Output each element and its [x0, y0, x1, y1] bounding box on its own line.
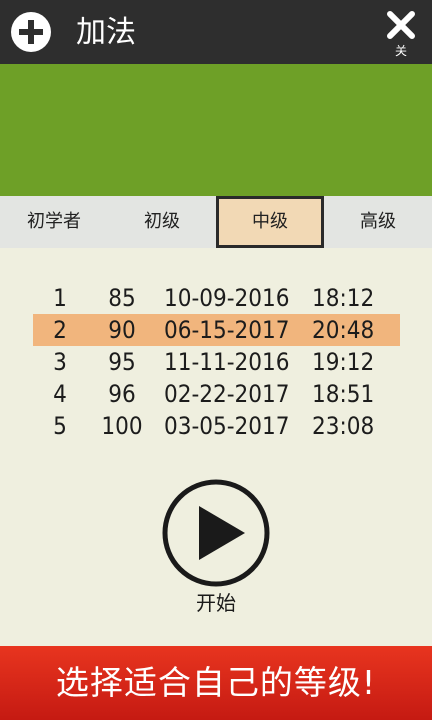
close-button[interactable]: 关	[384, 8, 418, 60]
score-rank: 1	[53, 284, 67, 312]
score-date: 03-05-2017	[164, 412, 290, 440]
play-button[interactable]	[161, 478, 271, 588]
score-row-highlighted: 2 90 06-15-2017 20:48	[0, 314, 432, 346]
score-date: 10-09-2016	[164, 284, 290, 312]
score-row: 4 96 02-22-2017 18:51	[0, 378, 432, 410]
score-value: 85	[108, 284, 136, 312]
top-banner	[0, 64, 432, 196]
play-circle-icon	[162, 479, 270, 587]
score-value: 96	[108, 380, 136, 408]
score-time: 18:51	[312, 380, 375, 408]
score-value: 90	[108, 316, 136, 344]
tab-elementary[interactable]: 初级	[108, 196, 216, 248]
score-rank: 4	[53, 380, 67, 408]
score-time: 19:12	[312, 348, 375, 376]
score-row: 5 100 03-05-2017 23:08	[0, 410, 432, 442]
difficulty-tabs: 初学者 初级 中级 高级	[0, 196, 432, 248]
score-rank: 5	[53, 412, 67, 440]
score-date: 11-11-2016	[164, 348, 290, 376]
promo-text: 选择适合自己的等级!	[55, 663, 377, 702]
tab-beginner[interactable]: 初学者	[0, 196, 108, 248]
tab-intermediate[interactable]: 中级	[216, 196, 324, 248]
score-value: 100	[101, 412, 143, 440]
score-date: 06-15-2017	[164, 316, 290, 344]
score-row: 3 95 11-11-2016 19:12	[0, 346, 432, 378]
page-title: 加法	[76, 15, 136, 50]
start-label[interactable]: 开始	[166, 590, 266, 616]
plus-circle-icon[interactable]	[10, 11, 52, 53]
score-time: 20:48	[312, 316, 375, 344]
score-rank: 2	[53, 316, 67, 344]
score-rank: 3	[53, 348, 67, 376]
close-label: 关	[394, 44, 407, 58]
score-row: 1 85 10-09-2016 18:12	[0, 282, 432, 314]
tab-advanced[interactable]: 高级	[324, 196, 432, 248]
score-value: 95	[108, 348, 136, 376]
score-table: 1 85 10-09-2016 18:12 2 90 06-15-2017 20…	[0, 282, 432, 442]
close-x-icon	[387, 11, 415, 39]
score-date: 02-22-2017	[164, 380, 290, 408]
app-header: 加法 关	[0, 0, 432, 64]
score-time: 18:12	[312, 284, 375, 312]
promo-banner: 选择适合自己的等级!	[0, 646, 432, 720]
score-time: 23:08	[312, 412, 375, 440]
